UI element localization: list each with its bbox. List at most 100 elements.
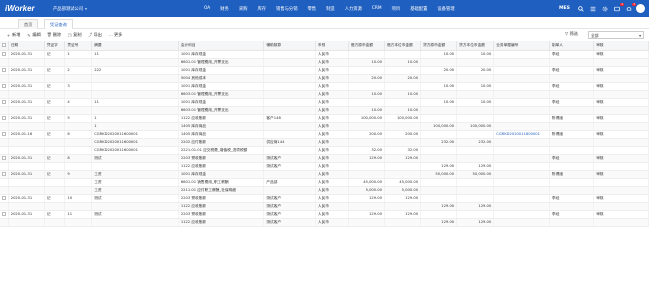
- table-row[interactable]: 6603.01 管理费用_开票支出 人民币 10.00 10.00: [0, 106, 649, 115]
- nav-manufacturing[interactable]: 制造: [326, 6, 335, 12]
- cell-maker: [549, 146, 595, 155]
- table-row[interactable]: 2020-01-31 记 8 测试 2203 预收账款 测试客户 人民币 129.00 129.…: [0, 154, 649, 163]
- nav-purchase[interactable]: 采购: [239, 6, 248, 12]
- bell-icon[interactable]: 3: [624, 2, 636, 14]
- cell-doc-no: [493, 66, 550, 75]
- nav-base-config[interactable]: 基础配置: [410, 6, 427, 12]
- table-row[interactable]: CGRKD2020011600001 2202 应付账款 供应商144 人民币 232.…: [0, 138, 649, 147]
- table-row[interactable]: 工资 2211.01 应付职工薪酬_社保明细 人民币 5,000.00 5,000.00: [0, 186, 649, 195]
- table-row[interactable]: 2020-01-31 记 9 工资 1001 库存现金 人民币 50,000.00 50,00…: [0, 170, 649, 179]
- table-row[interactable]: 5004 其他成本 人民币 20.00 20.00: [0, 74, 649, 83]
- table-row[interactable]: 1122 应收账款 测试客户 人民币 129.00 129.00: [0, 162, 649, 171]
- cell-audit: 审核: [593, 66, 649, 75]
- cell-debit-orig: [348, 122, 385, 131]
- col-debit-base[interactable]: 借方本位币金额: [384, 41, 422, 51]
- row-checkbox[interactable]: [0, 170, 9, 179]
- table-row[interactable]: 2020-01-31 记 2 222 1001 库存现金 人民币 20.00 20.00 李经审…: [0, 66, 649, 75]
- nav-sales[interactable]: 销售与分销: [276, 6, 297, 12]
- more-button[interactable]: ⋯ 更多: [108, 32, 122, 38]
- row-checkbox[interactable]: [0, 66, 9, 75]
- export-icon: ⤴: [87, 32, 93, 37]
- col-aux[interactable]: 辅助核算: [263, 41, 316, 51]
- nav-hr[interactable]: 人力资源: [345, 6, 362, 12]
- cell-currency: 人民币: [315, 122, 349, 131]
- cell-summary: 测试: [91, 194, 179, 203]
- row-checkbox[interactable]: [0, 194, 9, 203]
- table-row[interactable]: 1 1405 库存商品 人民币 100,000.00 100,000.00: [0, 122, 649, 131]
- table-row[interactable]: 2020-01-31 记 4 11 1001 库存现金 人民币 10.00 10.00 李经 审核: [0, 98, 649, 107]
- row-checkbox[interactable]: [0, 98, 9, 107]
- col-debit-orig[interactable]: 借方原币金额: [348, 41, 385, 51]
- table-row[interactable]: CGRKD2020011600001 2221.01.01 应交税费_增值税_进项…: [0, 146, 649, 155]
- nav-oa[interactable]: OA: [204, 6, 210, 11]
- nav-equipment[interactable]: 设备管理: [437, 6, 454, 12]
- row-checkbox[interactable]: [0, 50, 9, 59]
- export-button[interactable]: ⤴ 导出: [88, 32, 102, 38]
- cell-debit-base: 5,000.00: [384, 186, 422, 195]
- table-row[interactable]: 2020-01-31 记 3 1001 库存现金 人民币 10.00 10.00 李经 审核: [0, 82, 649, 91]
- table-row[interactable]: 2020-01-31 记 5 1 1122 应收账款 客户148 人民币 100,000.00…: [0, 114, 649, 123]
- table-row[interactable]: 2020-01-31 记 1 11 1001 库存现金 人民币 10.00 10.00 李经 审核: [0, 50, 649, 59]
- cell-audit: [593, 146, 649, 155]
- row-checkbox: [0, 218, 9, 227]
- cell-debit-base: [384, 82, 422, 91]
- cell-no: 5: [64, 114, 93, 123]
- col-doc-no[interactable]: 业务单据编号: [493, 41, 550, 51]
- nav-inventory[interactable]: 库存: [257, 6, 266, 12]
- delete-button[interactable]: 🗑 删除: [47, 32, 61, 38]
- nav-finance[interactable]: 财务: [220, 6, 229, 12]
- cell-no: 2: [64, 66, 93, 75]
- col-audit[interactable]: 审核: [593, 41, 649, 51]
- col-account[interactable]: 会计科目: [178, 41, 265, 51]
- table-row[interactable]: 6603.01 管理费用_开票支出 人民币 10.00 10.00: [0, 90, 649, 99]
- filter-button[interactable]: ▽ 筛选: [565, 31, 578, 37]
- row-checkbox[interactable]: [0, 154, 9, 163]
- cell-no: 9: [64, 170, 93, 179]
- nav-crm[interactable]: CRM: [372, 6, 382, 11]
- col-credit-base[interactable]: 贷方本位币金额: [456, 41, 495, 51]
- notify-badge: 3: [632, 2, 636, 7]
- cell-maker: [549, 90, 595, 99]
- col-word[interactable]: 凭证字: [44, 41, 66, 51]
- col-credit-orig[interactable]: 贷方原币金额: [420, 41, 458, 51]
- cell-word: [44, 106, 66, 115]
- row-checkbox[interactable]: [0, 210, 9, 219]
- select-all-checkbox[interactable]: [0, 41, 9, 51]
- tab-voucher-query[interactable]: 凭证查询: [44, 19, 73, 29]
- nav-project[interactable]: 项目: [392, 6, 401, 12]
- table-row[interactable]: 2020-01-31 记 11 测试 2203 预收账款 测试客户 人民币 129.00 129…: [0, 210, 649, 219]
- gear-icon[interactable]: [600, 4, 610, 14]
- cell-doc-no[interactable]: CGRKD2020011600001: [493, 130, 550, 139]
- avatar[interactable]: [636, 4, 645, 13]
- search-icon[interactable]: [576, 4, 586, 14]
- edit-icon: ✎: [27, 32, 31, 38]
- row-checkbox[interactable]: [0, 114, 9, 123]
- add-button[interactable]: + 新增: [6, 32, 21, 38]
- table-row[interactable]: 2020-01-16 记 6 CGRKD2020011600001 1405 库存商品人…: [0, 130, 649, 139]
- copy-button[interactable]: ❐ 复制: [67, 32, 82, 38]
- cell-no: [64, 138, 93, 147]
- tab-home[interactable]: 首页: [18, 19, 39, 29]
- table-row[interactable]: 6601.01 管理费用_开票支出 人民币 10.00 10.00: [0, 58, 649, 67]
- table-row[interactable]: 工资 6601.01 销售费用_职工薪酬 产品部 人民币 45,000.00 45,000…: [0, 178, 649, 187]
- table-row[interactable]: 1122 应收账款 测试客户 人民币 129.00 129.00: [0, 202, 649, 211]
- scope-select[interactable]: 全部 ▾: [588, 31, 644, 39]
- row-checkbox[interactable]: [0, 82, 9, 91]
- col-summary[interactable]: 摘要: [91, 41, 179, 51]
- col-no[interactable]: 凭证号: [64, 41, 93, 51]
- table-row[interactable]: 2020-01-31 记 10 测试 2203 预收账款 测试客户 人民币 129.00 129…: [0, 194, 649, 203]
- app-logo[interactable]: iWorker: [5, 4, 45, 13]
- menu-icon[interactable]: [588, 4, 598, 14]
- edit-button[interactable]: ✎ 编辑: [26, 32, 41, 38]
- mes-link[interactable]: MES: [559, 6, 570, 11]
- cell-summary: [91, 74, 179, 83]
- col-currency[interactable]: 币别: [315, 41, 349, 51]
- col-date[interactable]: 日期: [8, 41, 45, 51]
- col-maker[interactable]: 制单人: [549, 41, 595, 51]
- message-icon[interactable]: 2: [612, 2, 624, 14]
- company-selector[interactable]: 产品部测试公司 ▾: [53, 6, 93, 12]
- nav-retail[interactable]: 零售: [308, 6, 317, 12]
- table-row[interactable]: 1122 应收账款 测试客户 人民币 129.00 129.00: [0, 218, 649, 227]
- row-checkbox[interactable]: [0, 130, 9, 139]
- cell-credit-base: [456, 210, 495, 219]
